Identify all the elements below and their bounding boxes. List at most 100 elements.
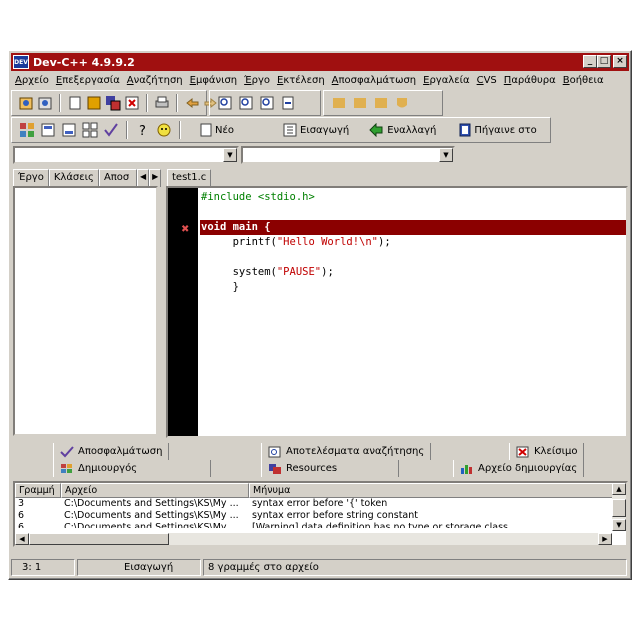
compiler-grid-icon: [61, 463, 72, 473]
rebuild-icon[interactable]: [393, 94, 411, 112]
code-area[interactable]: #include <stdio.h> void main { printf("H…: [200, 190, 626, 295]
scroll-thumb[interactable]: [29, 533, 169, 545]
messages-header: Γραμμή Αρχείο Μήνυμα: [15, 483, 626, 498]
menu-file[interactable]: Αρχείο: [15, 75, 49, 86]
goto-button[interactable]: Πήγαινε στο: [456, 123, 539, 137]
menu-search[interactable]: Αναζήτηση: [127, 75, 183, 86]
tab-debug[interactable]: Αποσφαλμάτωση: [53, 443, 170, 460]
compile-icon[interactable]: [330, 94, 348, 112]
maximize-button[interactable]: □: [597, 55, 611, 68]
tab-scroll-left-icon[interactable]: ◀: [136, 169, 150, 187]
tab-compile-log-label: Αρχείο δημιουργίας: [478, 463, 578, 474]
horizontal-scrollbar[interactable]: ◀ ▶: [15, 533, 612, 545]
code-string: "PAUSE": [276, 266, 322, 278]
insert-button[interactable]: Εισαγωγή: [280, 123, 352, 137]
print-icon[interactable]: [154, 94, 170, 112]
toolbar-separator: [126, 121, 128, 139]
vertical-scrollbar[interactable]: ▲ ▼: [612, 483, 626, 531]
new-button[interactable]: Νέο: [197, 123, 237, 137]
open-project-icon[interactable]: [18, 94, 34, 112]
tab-close-label: Κλείσιμο: [534, 446, 578, 457]
code-text: );: [378, 236, 391, 248]
scroll-right-icon[interactable]: ▶: [598, 533, 612, 545]
search-toolbar: [209, 90, 321, 116]
run-icon[interactable]: [351, 94, 369, 112]
tab-scroll-right-icon[interactable]: ▶: [149, 169, 162, 187]
close-project-icon[interactable]: [37, 94, 53, 112]
code-editor[interactable]: ✖ #include <stdio.h> void main { printf(…: [166, 186, 628, 438]
environment-options-icon[interactable]: [60, 121, 78, 139]
menu-execute[interactable]: Εκτέλεση: [277, 75, 325, 86]
cell-file: C:\Documents and Settings\KS\My ...: [64, 498, 239, 509]
member-combo[interactable]: ▼: [241, 146, 455, 164]
menu-tools[interactable]: Εργαλεία: [423, 75, 469, 86]
project-options-icon[interactable]: [18, 121, 36, 139]
menu-debug[interactable]: Αποσφαλμάτωση: [332, 75, 416, 86]
about-icon[interactable]: [155, 121, 173, 139]
check-syntax-icon[interactable]: [102, 121, 120, 139]
status-mode: Εισαγωγή: [77, 559, 201, 576]
close-button[interactable]: ×: [613, 55, 627, 68]
undo-icon[interactable]: [184, 94, 200, 112]
column-header-message[interactable]: Μήνυμα: [249, 483, 614, 498]
goto-button-label: Πήγαινε στο: [474, 124, 537, 136]
find-next-icon[interactable]: [258, 94, 276, 112]
tab-project[interactable]: Έργο: [13, 169, 49, 187]
scroll-down-icon[interactable]: ▼: [612, 519, 626, 531]
new-file-icon[interactable]: [67, 94, 83, 112]
compiler-messages[interactable]: Γραμμή Αρχείο Μήνυμα 3 C:\Documents and …: [13, 481, 628, 547]
table-row[interactable]: 3 C:\Documents and Settings\KS\My ... sy…: [15, 498, 626, 510]
tab-resources[interactable]: Resources: [261, 460, 399, 477]
help-icon[interactable]: ?: [134, 121, 152, 139]
status-position: 3: 1: [11, 559, 75, 576]
toggle-button[interactable]: Εναλλαγή: [365, 123, 439, 137]
cell-line: 3: [18, 498, 25, 509]
menu-help[interactable]: Βοήθεια: [563, 75, 604, 86]
cell-message: [Warning] data definition has no type or…: [252, 522, 508, 528]
table-row[interactable]: 6 C:\Documents and Settings\KS\My ... [W…: [15, 522, 626, 528]
new-document-icon: [200, 123, 212, 137]
minimize-button[interactable]: _: [583, 55, 597, 68]
scroll-left-icon[interactable]: ◀: [15, 533, 29, 545]
tab-debug-partial[interactable]: Αποσ: [98, 169, 137, 187]
find-icon[interactable]: [216, 94, 234, 112]
chevron-down-icon[interactable]: ▼: [223, 148, 237, 162]
code-line: }: [201, 281, 239, 293]
replace-icon[interactable]: [237, 94, 255, 112]
tab-debug-label: Αποσφαλμάτωση: [78, 446, 163, 457]
tab-test1-c[interactable]: test1.c: [167, 169, 212, 187]
menu-view[interactable]: Εμφάνιση: [190, 75, 238, 86]
scroll-up-icon[interactable]: ▲: [612, 483, 626, 495]
column-header-line[interactable]: Γραμμή: [15, 483, 61, 498]
bookmark-toolbar: [323, 90, 443, 116]
editor-options-icon[interactable]: [81, 121, 99, 139]
save-icon[interactable]: [86, 94, 102, 112]
tab-classes[interactable]: Κλάσεις: [48, 169, 99, 187]
menu-project[interactable]: Έργο: [244, 75, 270, 86]
tab-close[interactable]: Κλείσιμο: [509, 443, 585, 460]
menu-cvs[interactable]: CVS: [477, 75, 497, 86]
class-combo[interactable]: ▼: [13, 146, 239, 164]
chevron-down-icon[interactable]: ▼: [439, 148, 453, 162]
compile-run-icon[interactable]: [372, 94, 390, 112]
class-browser-icon[interactable]: [39, 121, 57, 139]
code-line: #include <stdio.h>: [201, 191, 315, 203]
resources-icon: [269, 463, 281, 474]
svg-text:?: ?: [139, 124, 146, 138]
scroll-thumb[interactable]: [612, 499, 626, 517]
menu-edit[interactable]: Επεξεργασία: [56, 75, 120, 86]
tab-compile-log[interactable]: Αρχείο δημιουργίας: [453, 460, 585, 477]
window-title: Dev-C++ 4.9.9.2: [33, 55, 135, 69]
save-all-icon[interactable]: [105, 94, 121, 112]
column-header-file[interactable]: Αρχείο: [61, 483, 249, 498]
menu-window[interactable]: Παράθυρα: [504, 75, 556, 86]
close-file-icon[interactable]: [124, 94, 140, 112]
table-row[interactable]: 6 C:\Documents and Settings\KS\My ... sy…: [15, 510, 626, 522]
project-tree[interactable]: [13, 186, 158, 436]
title-bar[interactable]: DEV Dev-C++ 4.9.9.2 _ □ ×: [11, 53, 629, 71]
cell-message: syntax error before string constant: [252, 510, 418, 521]
tab-search-results[interactable]: Αποτελέσματα αναζήτησης: [261, 443, 432, 460]
tab-compiler[interactable]: Δημιουργός: [53, 460, 211, 477]
goto-line-icon[interactable]: [279, 94, 297, 112]
